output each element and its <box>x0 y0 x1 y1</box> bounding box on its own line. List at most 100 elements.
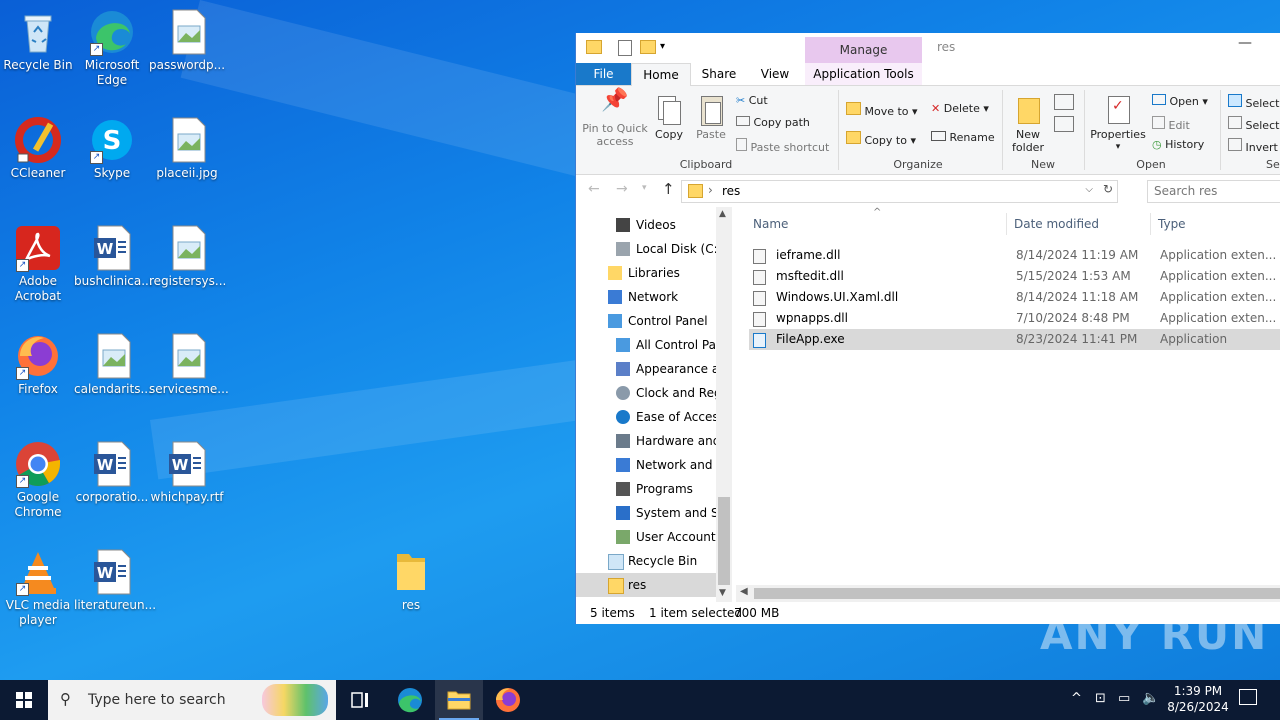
nav-item-hardware[interactable]: Hardware and <box>576 429 716 453</box>
start-button[interactable] <box>0 680 48 720</box>
file-explorer-window[interactable]: ▾ Manage res — File Home Share View Appl… <box>575 33 1280 624</box>
desktop-icon-word-doc[interactable]: W corporatio... <box>74 440 150 505</box>
desktop-icon-recycle-bin[interactable]: Recycle Bin <box>0 8 76 73</box>
taskbar-firefox-button[interactable] <box>484 680 532 720</box>
edit-button[interactable]: Edit <box>1152 116 1190 133</box>
back-button[interactable]: ← <box>588 181 600 197</box>
tab-home[interactable]: Home <box>631 63 691 86</box>
tab-file[interactable]: File <box>576 63 631 85</box>
scroll-thumb[interactable] <box>754 588 1280 599</box>
desktop-icon-image-file[interactable]: registersys... <box>149 224 226 289</box>
network-tray-icon[interactable]: ▭ <box>1118 691 1130 706</box>
desktop-icon-firefox[interactable]: ↗ Firefox <box>0 332 76 397</box>
tab-view[interactable]: View <box>751 63 799 85</box>
desktop-icon-vlc[interactable]: ↗ VLC media player <box>0 548 76 628</box>
address-field[interactable]: › res ⌵ ↻ <box>681 180 1118 203</box>
nav-item-local-disk[interactable]: Local Disk (C:) <box>576 237 716 261</box>
nav-item-libraries[interactable]: Libraries <box>576 261 716 285</box>
breadcrumb-current[interactable]: res <box>722 184 740 198</box>
refresh-icon[interactable]: ↻ <box>1103 182 1113 196</box>
desktop-icon-skype[interactable]: S ↗ Skype <box>74 116 150 181</box>
desktop-icon-ccleaner[interactable]: CCleaner <box>0 116 76 181</box>
nav-item-system-security[interactable]: System and Sec <box>576 501 716 525</box>
taskbar-edge-button[interactable] <box>386 680 434 720</box>
up-button[interactable]: ↑ <box>662 180 675 198</box>
notifications-icon[interactable] <box>1239 689 1257 705</box>
nav-item-appearance[interactable]: Appearance an <box>576 357 716 381</box>
search-box[interactable]: Search res <box>1147 180 1280 203</box>
volume-icon[interactable]: 🔈 <box>1142 690 1159 706</box>
nav-item-all-control-panel[interactable]: All Control Par <box>576 333 716 357</box>
navigation-pane[interactable]: Videos Local Disk (C:) Libraries Network… <box>576 207 716 602</box>
select-none-button[interactable]: Select n <box>1228 116 1280 133</box>
file-row-selected[interactable]: FileApp.exe 8/23/2024 11:41 PM Applicati… <box>749 329 1280 350</box>
column-header-date[interactable]: Date modified <box>1014 217 1099 231</box>
file-row[interactable]: msftedit.dll 5/15/2024 1:53 AM Applicati… <box>749 266 1280 287</box>
desktop-icon-google-chrome[interactable]: ↗ Google Chrome <box>0 440 76 520</box>
clock[interactable]: 1:39 PM 8/26/2024 <box>1163 683 1233 715</box>
taskbar-search-box[interactable]: ⚲ Type here to search <box>48 680 336 720</box>
nav-item-network-internet[interactable]: Network and In <box>576 453 716 477</box>
desktop-icon-image-file[interactable]: placeii.jpg <box>149 116 225 181</box>
nav-item-clock-region[interactable]: Clock and Regi <box>576 381 716 405</box>
column-header-name[interactable]: Name <box>753 217 788 231</box>
desktop-icon-word-doc[interactable]: W whichpay.rtf <box>149 440 225 505</box>
customize-quick-access-icon[interactable]: ▾ <box>660 41 665 52</box>
nav-item-ease-of-access[interactable]: Ease of Access <box>576 405 716 429</box>
address-dropdown-icon[interactable]: ⌵ <box>1085 184 1093 195</box>
title-bar[interactable]: ▾ Manage res — <box>576 33 1280 63</box>
desktop-icon-word-doc[interactable]: W literatureun... <box>74 548 156 613</box>
copy-to-button[interactable]: Copy to ▾ <box>846 131 916 148</box>
invert-selection-button[interactable]: Invert s <box>1228 138 1280 155</box>
tab-share[interactable]: Share <box>694 63 744 85</box>
nav-item-programs[interactable]: Programs <box>576 477 716 501</box>
paste-shortcut-button[interactable]: Paste shortcut <box>736 138 829 155</box>
nav-item-network[interactable]: Network <box>576 285 716 309</box>
file-row[interactable]: ieframe.dll 8/14/2024 11:19 AM Applicati… <box>749 245 1280 266</box>
nav-item-res[interactable]: res <box>576 573 716 597</box>
scroll-left-arrow[interactable]: ◀ <box>740 586 748 597</box>
desktop-icon-image-file[interactable]: calendarits... <box>74 332 152 397</box>
task-view-button[interactable] <box>336 680 384 720</box>
delete-button[interactable]: ✕ Delete ▾ <box>931 102 989 116</box>
properties-quick-icon[interactable] <box>618 40 632 56</box>
forward-button[interactable]: → <box>616 181 628 197</box>
new-folder-button[interactable]: New folder <box>1008 94 1048 154</box>
copy-path-button[interactable]: Copy path <box>736 116 810 130</box>
file-row[interactable]: wpnapps.dll 7/10/2024 8:48 PM Applicatio… <box>749 308 1280 329</box>
select-all-button[interactable]: Select a <box>1228 94 1280 111</box>
file-row[interactable]: Windows.UI.Xaml.dll 8/14/2024 11:18 AM A… <box>749 287 1280 308</box>
new-item-icon[interactable] <box>1054 94 1074 110</box>
meet-now-icon[interactable]: ⊡ <box>1095 691 1106 706</box>
desktop-icon-image-file[interactable]: passwordp... <box>149 8 225 73</box>
horizontal-scrollbar[interactable]: ◀ <box>736 585 1280 602</box>
cut-button[interactable]: ✂ Cut <box>736 94 768 108</box>
nav-item-user-accounts[interactable]: User Accounts <box>576 525 716 549</box>
scroll-down-arrow[interactable]: ▼ <box>719 588 726 598</box>
taskbar-file-explorer-button[interactable] <box>435 680 483 720</box>
file-list[interactable]: ^ Name Date modified Type ieframe.dll 8/… <box>736 207 1280 602</box>
tab-application-tools[interactable]: Application Tools <box>805 63 922 85</box>
nav-pane-scrollbar[interactable]: ▲ ▼ <box>716 207 732 602</box>
desktop-icon-edge[interactable]: ↗ Microsoft Edge <box>74 8 150 88</box>
nav-item-videos[interactable]: Videos <box>576 213 716 237</box>
properties-button[interactable]: ✓ Properties ▾ <box>1090 94 1146 154</box>
scroll-thumb[interactable] <box>718 497 730 585</box>
desktop-icon-adobe-acrobat[interactable]: ↗ Adobe Acrobat <box>0 224 76 304</box>
easy-access-icon[interactable] <box>1054 116 1074 132</box>
paste-button[interactable]: Paste <box>693 94 729 141</box>
new-folder-quick-icon[interactable] <box>640 40 656 54</box>
desktop-icon-res-folder[interactable]: res <box>373 548 449 613</box>
desktop-icon-word-doc[interactable]: W bushclinica... <box>74 224 153 289</box>
recent-locations-icon[interactable]: ▾ <box>642 183 647 193</box>
desktop-icon-image-file[interactable]: servicesme... <box>149 332 229 397</box>
nav-item-recycle-bin[interactable]: Recycle Bin <box>576 549 716 573</box>
nav-item-control-panel[interactable]: Control Panel <box>576 309 716 333</box>
pin-quick-access-button[interactable]: 📌 Pin to Quick access <box>580 90 650 149</box>
open-button[interactable]: Open ▾ <box>1152 94 1208 109</box>
scroll-up-arrow[interactable]: ▲ <box>719 209 726 219</box>
rename-button[interactable]: Rename <box>931 131 995 145</box>
minimize-button[interactable]: — <box>1238 35 1252 51</box>
copy-button[interactable]: Copy <box>652 94 686 141</box>
history-button[interactable]: ◷ History <box>1152 138 1204 152</box>
